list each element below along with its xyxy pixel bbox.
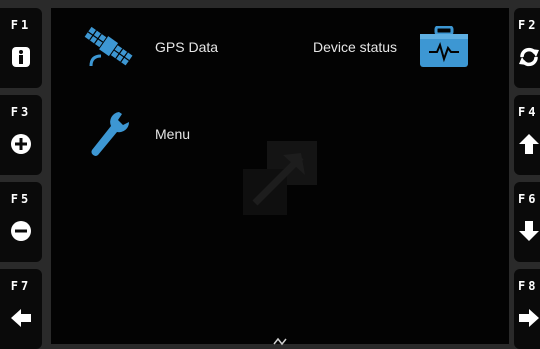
medical-case-icon xyxy=(420,26,469,67)
f2-label: F2 xyxy=(518,18,539,32)
expand-arrow-watermark-icon xyxy=(243,141,317,215)
arrow-up-icon xyxy=(519,134,539,154)
f3-button[interactable]: F3 xyxy=(0,95,42,175)
f1-button[interactable]: F1 xyxy=(0,8,42,88)
device-status-item[interactable]: Device status xyxy=(313,26,469,68)
f7-button[interactable]: F7 xyxy=(0,269,42,349)
f2-button[interactable]: F2 xyxy=(514,8,540,88)
f4-button[interactable]: F4 xyxy=(514,95,540,175)
f5-label: F5 xyxy=(10,192,32,206)
f7-label: F7 xyxy=(10,279,32,293)
wrench-icon xyxy=(91,112,130,156)
device-status-label: Device status xyxy=(313,39,398,55)
f5-button[interactable]: F5 xyxy=(0,182,42,262)
menu-label: Menu xyxy=(155,126,191,142)
arrow-right-icon xyxy=(519,309,539,327)
minus-circle-icon xyxy=(11,221,31,241)
refresh-icon xyxy=(519,47,539,67)
f1-label: F1 xyxy=(10,18,32,32)
f4-label: F4 xyxy=(518,105,539,119)
arrow-down-icon xyxy=(519,221,539,241)
f3-label: F3 xyxy=(10,105,32,119)
f6-button[interactable]: F6 xyxy=(514,182,540,262)
satellite-icon xyxy=(84,26,133,67)
arrow-left-icon xyxy=(11,309,31,327)
f8-label: F8 xyxy=(518,279,539,293)
gps-data-item[interactable]: GPS Data xyxy=(81,20,218,74)
main-screen: GPS Data Device status Menu xyxy=(51,8,509,346)
info-icon xyxy=(12,47,30,67)
f6-label: F6 xyxy=(518,192,539,206)
gps-data-label: GPS Data xyxy=(155,39,219,55)
f8-button[interactable]: F8 xyxy=(514,269,540,349)
plus-circle-icon xyxy=(11,134,31,154)
scroll-indicator-icon xyxy=(273,337,287,346)
menu-item[interactable]: Menu xyxy=(89,110,190,158)
